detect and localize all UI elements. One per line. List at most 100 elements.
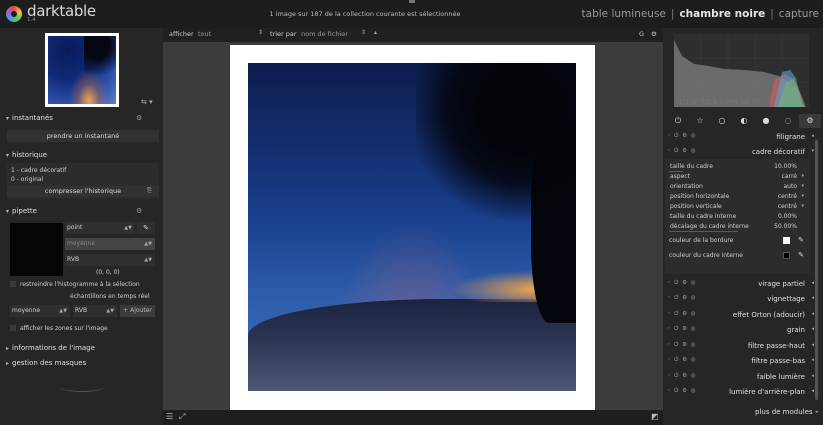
picker-size-select[interactable]: moyenne ▲▼ bbox=[65, 238, 155, 250]
inner-frame-color-swatch[interactable] bbox=[783, 252, 790, 259]
border-color-row: couleur de la bordure ✎ bbox=[669, 236, 804, 244]
view-separator: | bbox=[670, 8, 675, 20]
show-filter-select[interactable]: tout bbox=[198, 30, 211, 38]
module-controls-icon[interactable]: ◦ ⏻ ⚙ ◎ bbox=[667, 326, 697, 333]
collapsed-triangle-icon: ◂ bbox=[811, 357, 814, 363]
favorites-tab-icon[interactable]: ☆ bbox=[689, 114, 711, 128]
module-header-split-toning[interactable]: ◦ ⏻ ⚙ ◎ virage partiel ◂ bbox=[665, 278, 815, 291]
compress-history-button[interactable]: compresser l'historique bbox=[7, 186, 159, 197]
module-controls-icon[interactable]: ◦ ⏻ ⚙ ◎ bbox=[667, 295, 697, 302]
sort-direction-icon[interactable]: ▴ bbox=[374, 29, 377, 36]
plus-icon: + bbox=[123, 307, 129, 314]
top-panel-toggle-icon[interactable] bbox=[409, 0, 415, 3]
take-snapshot-button[interactable]: prendre un instantané bbox=[7, 130, 159, 142]
histogram[interactable] bbox=[674, 34, 809, 107]
history-item[interactable]: 0 - original bbox=[11, 176, 43, 183]
color-group-tab-icon[interactable]: ● bbox=[755, 114, 777, 128]
show-zones-checkbox[interactable]: afficher les zones sur l'image bbox=[10, 325, 108, 332]
preferences-icon[interactable]: ⚙ bbox=[651, 30, 657, 38]
photo-palm-leaves bbox=[416, 63, 576, 233]
module-controls-icon[interactable]: ◦ ⏻ ⚙ ◎ bbox=[667, 357, 697, 364]
collapsed-triangle-icon: ▸ bbox=[6, 345, 10, 352]
sample-mode-select[interactable]: moyenne ▲▼ bbox=[10, 305, 70, 317]
frame-size-slider[interactable]: taille du cadre 10.00% bbox=[669, 162, 806, 172]
inner-frame-offset-slider[interactable]: décalage du cadre interne 50.00% bbox=[669, 222, 806, 232]
pipette-icon[interactable]: ✎ bbox=[798, 251, 804, 259]
checkbox-icon bbox=[10, 281, 16, 287]
picker-colorspace-select[interactable]: RVB ▲▼ bbox=[65, 254, 155, 266]
module-header-frame[interactable]: ◦ ⏻ ⚙ ◎ cadre décoratif ▾ bbox=[665, 146, 815, 159]
spin-arrows-icon[interactable]: ⇕ bbox=[258, 29, 263, 36]
module-group-tabs: ⏻ ☆ ○ ◐ ● ◌ ⚙ bbox=[667, 114, 821, 128]
collapsed-triangle-icon: ◂ bbox=[815, 409, 818, 415]
pipette-icon[interactable]: ✎ bbox=[137, 222, 155, 234]
menu-icon[interactable]: ☰ bbox=[166, 412, 173, 421]
history-item[interactable]: 1 - cadre décoratif bbox=[11, 167, 66, 174]
module-header-lowpass[interactable]: ◦ ⏻ ⚙ ◎ filtre passe-bas ◂ bbox=[665, 355, 815, 368]
aspect-select[interactable]: aspect carré ▾ bbox=[669, 172, 806, 182]
view-lighttable[interactable]: table lumineuse bbox=[582, 8, 666, 20]
orientation-select[interactable]: orientation auto ▾ bbox=[669, 182, 806, 192]
module-header-vignette[interactable]: ◦ ⏻ ⚙ ◎ vignettage ◂ bbox=[665, 293, 815, 306]
modules-scrollbar[interactable] bbox=[815, 140, 818, 400]
module-controls-icon[interactable]: ◦ ⏻ ⚙ ◎ bbox=[667, 373, 697, 380]
sample-colorspace-select[interactable]: RVB ▲▼ bbox=[73, 305, 117, 317]
overexposure-icon[interactable]: ◩ bbox=[651, 412, 659, 421]
collapsed-triangle-icon: ▸ bbox=[6, 360, 10, 367]
module-controls-icon[interactable]: ◦ ⏻ ⚙ ◎ bbox=[667, 311, 697, 318]
restrict-histogram-checkbox[interactable]: restreindre l'histogramme à la sélection bbox=[10, 281, 140, 288]
tone-group-tab-icon[interactable]: ◐ bbox=[733, 114, 755, 128]
module-header-highpass[interactable]: ◦ ⏻ ⚙ ◎ filtre passe-haut ◂ bbox=[665, 340, 815, 353]
color-swatch bbox=[10, 223, 63, 276]
more-modules-button[interactable]: plus de modules bbox=[755, 408, 813, 416]
inner-frame-size-slider[interactable]: taille du cadre interne 0.00% bbox=[669, 212, 806, 222]
zoom-control[interactable]: ⇆ ▾ bbox=[141, 98, 153, 106]
module-controls-icon[interactable]: ◦ ⏻ ⚙ ◎ bbox=[667, 342, 697, 349]
photo-shore bbox=[248, 299, 576, 391]
navigation-image bbox=[48, 36, 116, 104]
module-header-watermark[interactable]: ◦ ⏻ ⚙ ◎ filigrane ◂ bbox=[665, 131, 815, 144]
add-sample-button[interactable]: + Ajouter bbox=[120, 305, 155, 317]
mask-manager-header[interactable]: ▸ gestion des masques bbox=[6, 359, 86, 367]
module-controls-icon[interactable]: ◦ ⏻ ⚙ ◎ bbox=[667, 388, 697, 395]
image-info-header[interactable]: ▸ informations de l'image bbox=[6, 344, 95, 352]
snapshots-header[interactable]: ▾ instantanés bbox=[6, 114, 53, 122]
module-header-orton[interactable]: ◦ ⏻ ⚙ ◎ effet Orton (adoucir) ◂ bbox=[665, 309, 815, 322]
app-name: darktable bbox=[27, 2, 96, 20]
view-separator: | bbox=[770, 8, 774, 20]
styles-icon[interactable]: ⤢ bbox=[179, 412, 185, 422]
module-controls-icon[interactable]: ◦ ⏻ ⚙ ◎ bbox=[667, 133, 697, 140]
top-bar: darktable 1.4 1 image sur 187 de la coll… bbox=[0, 0, 823, 28]
border-color-swatch[interactable] bbox=[783, 237, 790, 244]
panel-end-ornament bbox=[60, 382, 104, 392]
module-header-backlight[interactable]: ◦ ⏻ ⚙ ◎ lumière d'arrière-plan ◂ bbox=[665, 386, 815, 399]
center-toolbar: afficher tout ⇕ trier par nom de fichier… bbox=[163, 28, 663, 42]
correction-group-tab-icon[interactable]: ◌ bbox=[777, 114, 799, 128]
view-tethering[interactable]: capture bbox=[779, 8, 819, 20]
vertical-position-select[interactable]: position verticale centré ▾ bbox=[669, 202, 806, 212]
sort-select[interactable]: nom de fichier bbox=[301, 30, 348, 38]
module-controls-icon[interactable]: ◦ ⏻ ⚙ ◎ bbox=[667, 148, 697, 155]
navigation-thumbnail[interactable] bbox=[45, 33, 119, 107]
module-header-grain[interactable]: ◦ ⏻ ⚙ ◎ grain ◂ bbox=[665, 324, 815, 337]
module-controls-icon[interactable]: ◦ ⏻ ⚙ ◎ bbox=[667, 280, 697, 287]
preset-icon[interactable]: ⚙ bbox=[136, 207, 142, 215]
module-header-lowlight[interactable]: ◦ ⏻ ⚙ ◎ faible lumière ◂ bbox=[665, 371, 815, 384]
view-darkroom[interactable]: chambre noire bbox=[679, 8, 765, 20]
grouping-icon[interactable]: G bbox=[639, 30, 644, 38]
view-switcher: table lumineuse | chambre noire | capture bbox=[582, 8, 819, 20]
history-header[interactable]: ▾ historique bbox=[6, 151, 47, 159]
picker-mode-select[interactable]: point ▲▼ bbox=[65, 222, 135, 234]
spin-arrows-icon[interactable]: ⇕ bbox=[361, 29, 366, 36]
active-modules-tab-icon[interactable]: ⏻ bbox=[667, 114, 689, 128]
edited-photo[interactable] bbox=[248, 63, 576, 391]
effects-group-tab-icon[interactable]: ⚙ bbox=[799, 114, 821, 128]
preset-icon[interactable]: ⚙ bbox=[136, 114, 142, 122]
darktable-logo-icon bbox=[6, 6, 22, 22]
horizontal-position-select[interactable]: position horizontale centré ▾ bbox=[669, 192, 806, 202]
basic-group-tab-icon[interactable]: ○ bbox=[711, 114, 733, 128]
copy-icon[interactable]: ⎘ bbox=[147, 187, 152, 195]
pipette-icon[interactable]: ✎ bbox=[798, 236, 804, 244]
pipette-header[interactable]: ▾ pipette bbox=[6, 207, 37, 215]
center-bottom-bar: ☰ ⤢ ◩ bbox=[163, 410, 663, 425]
